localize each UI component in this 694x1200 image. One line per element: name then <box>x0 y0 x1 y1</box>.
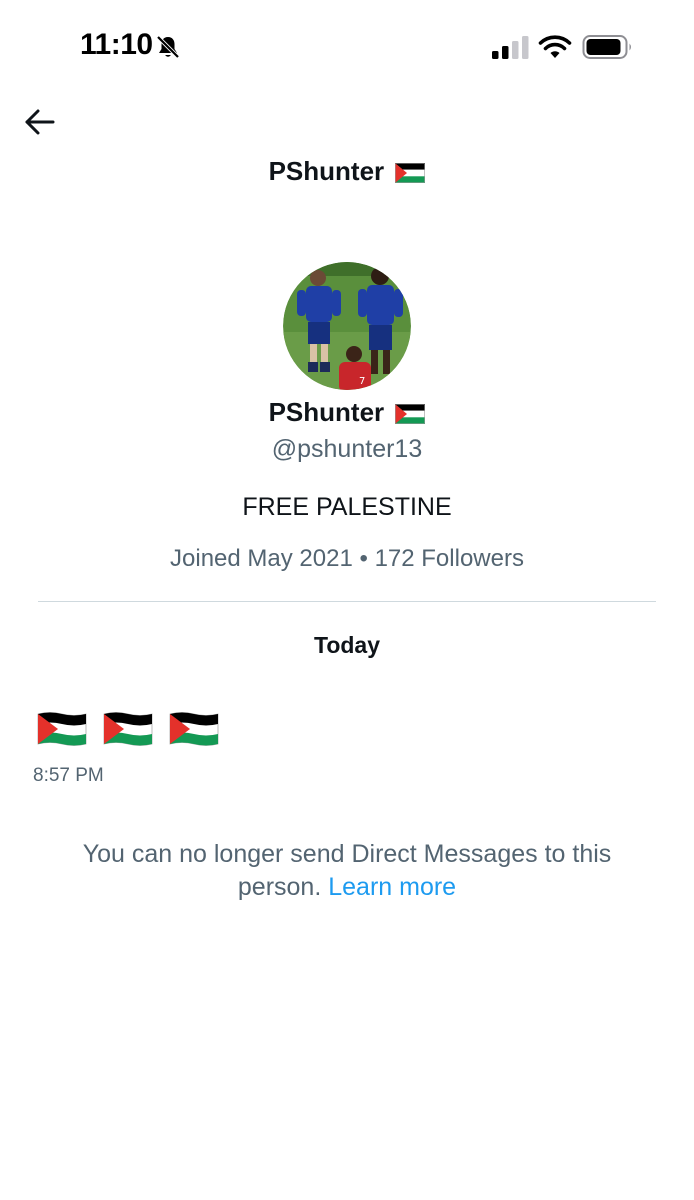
palestine-flag-icon <box>395 163 426 184</box>
profile-bio: FREE PALESTINE <box>242 493 452 521</box>
date-separator: Today <box>313 632 381 658</box>
back-button[interactable] <box>22 104 58 140</box>
svg-text:7: 7 <box>359 376 365 387</box>
wifi-icon <box>538 35 572 58</box>
conversation-title: PShunter <box>0 156 694 187</box>
bell-muted-icon <box>156 35 180 59</box>
profile-handle[interactable]: @pshunter13 <box>0 435 694 464</box>
palestine-flag-icon <box>37 712 87 746</box>
followers-count[interactable]: 172 Followers <box>375 545 524 572</box>
joined-date: Joined May 2021 <box>170 545 353 572</box>
message-timestamp: 8:57 PM <box>33 765 104 786</box>
palestine-flag-icon <box>169 712 219 746</box>
arrow-left-icon <box>25 109 55 135</box>
divider <box>38 601 656 602</box>
message-item[interactable] <box>36 710 220 752</box>
cellular-signal-icon <box>492 36 529 59</box>
palestine-flag-icon <box>103 712 153 746</box>
meta-separator: • <box>359 545 368 572</box>
profile-meta: Joined May 2021 • 172 Followers <box>0 545 694 573</box>
dm-restriction-notice: You can no longer send Direct Messages t… <box>40 838 654 904</box>
palestine-flag-icon <box>395 404 426 425</box>
avatar[interactable]: 7 <box>283 262 411 390</box>
learn-more-link[interactable]: Learn more <box>328 873 456 901</box>
status-bar: 11:10 <box>0 0 694 92</box>
profile-name[interactable]: PShunter <box>0 397 694 428</box>
header-title-text: PShunter <box>268 156 385 186</box>
profile-name-text: PShunter <box>268 397 385 427</box>
battery-icon <box>582 35 631 59</box>
status-time: 11:10 <box>80 28 153 61</box>
